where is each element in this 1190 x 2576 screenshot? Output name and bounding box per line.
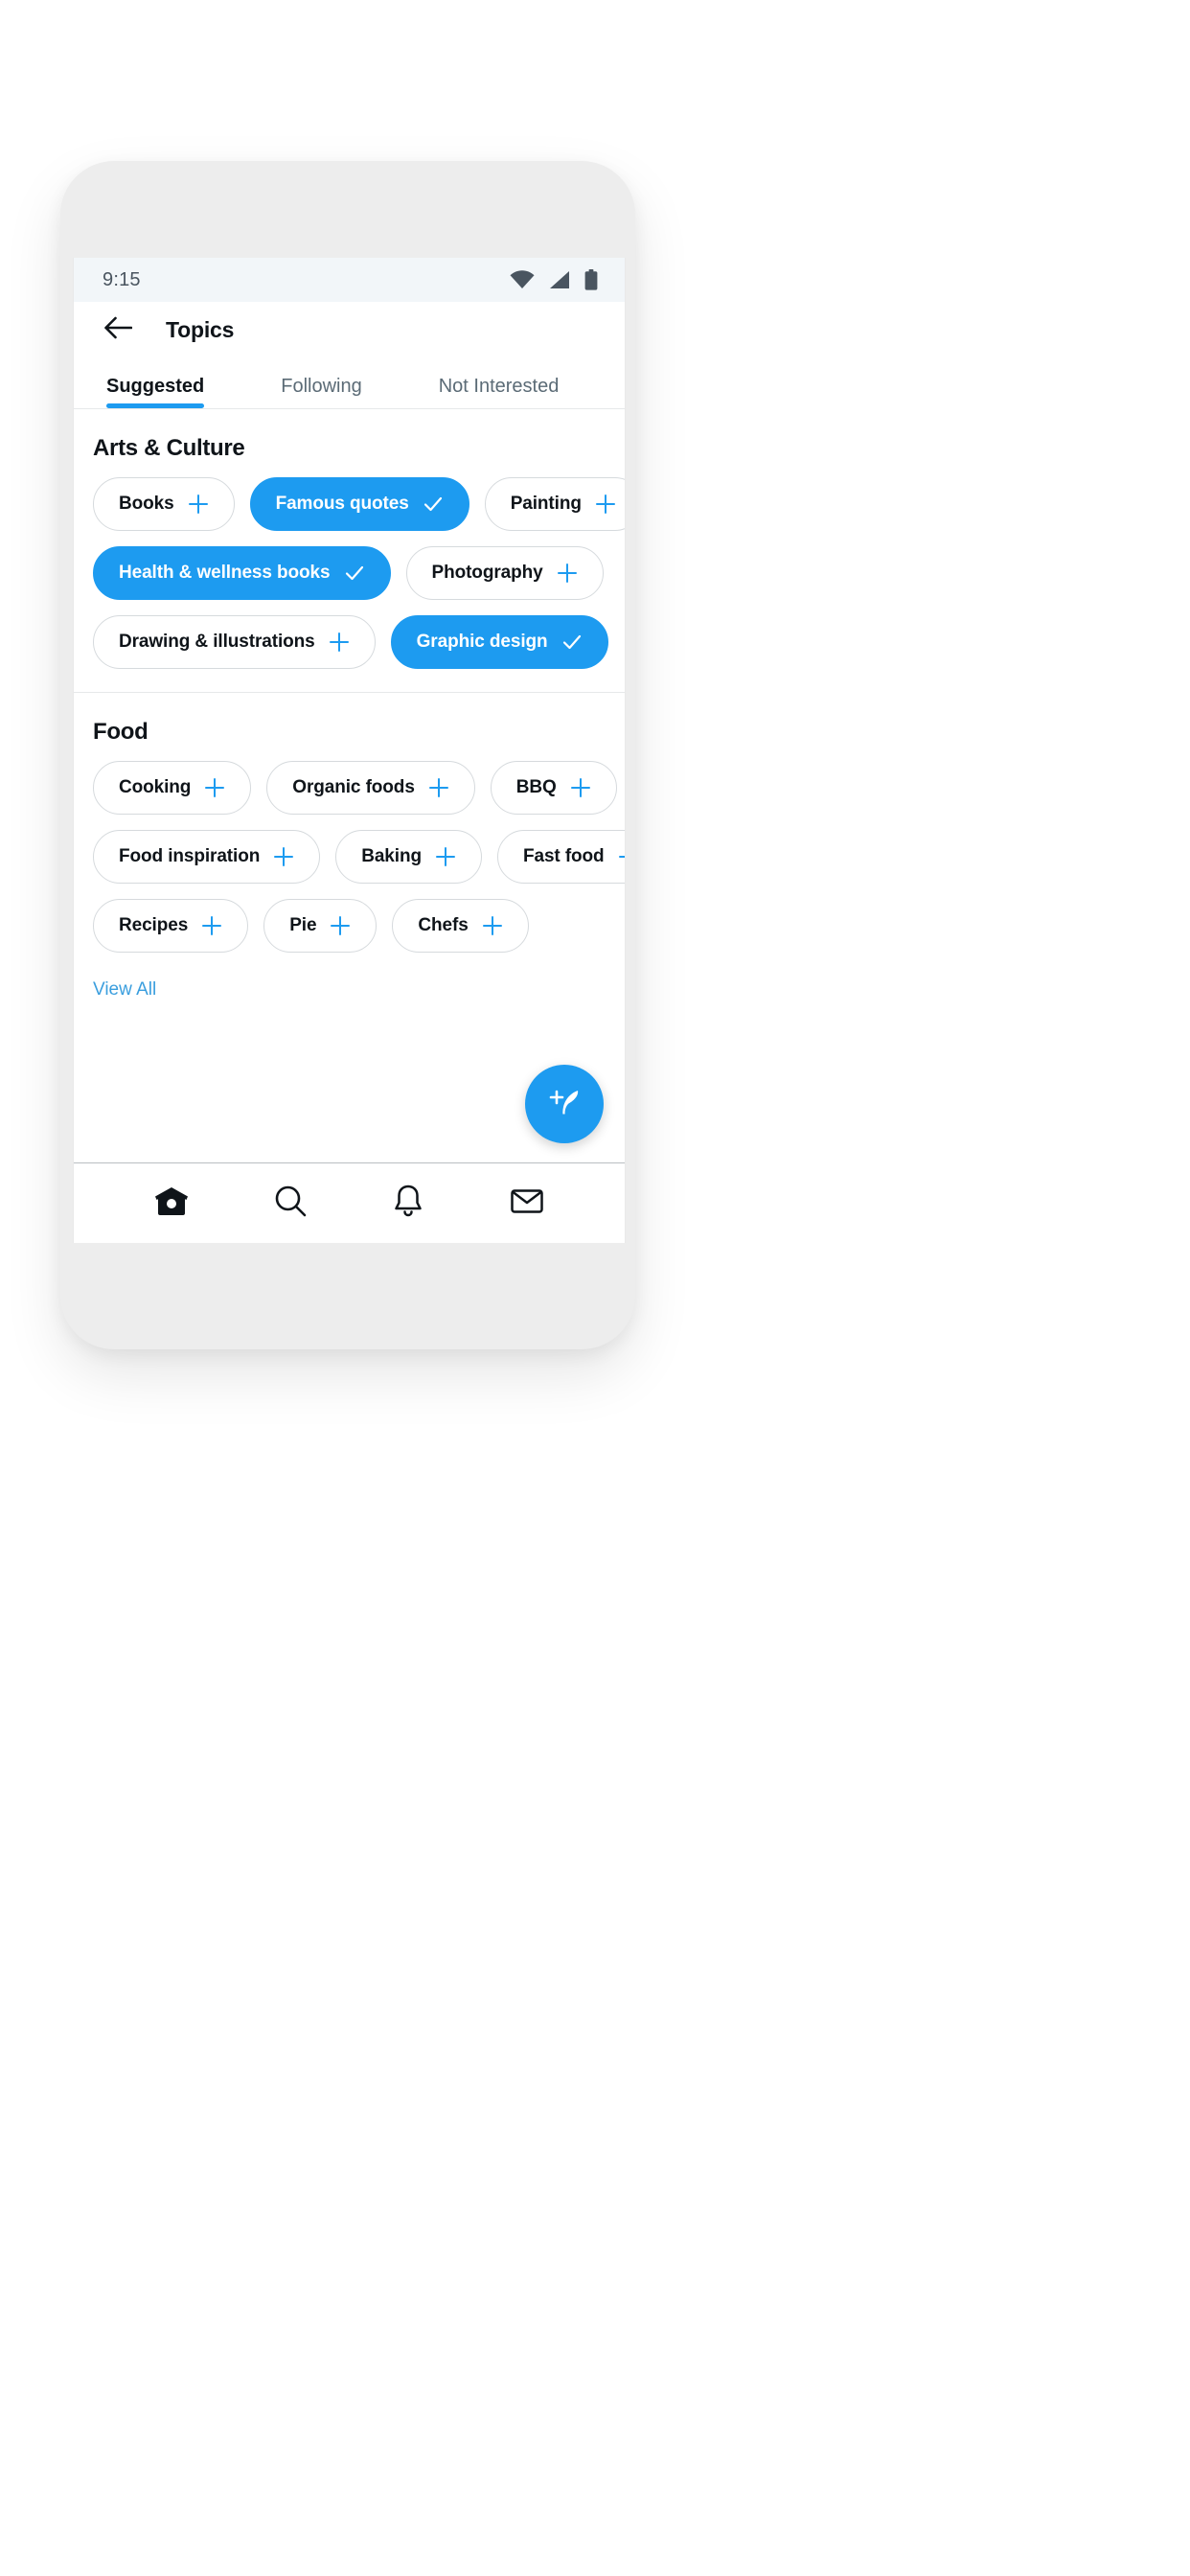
plus-icon bbox=[435, 846, 456, 867]
bell-icon bbox=[390, 1183, 426, 1224]
plus-icon bbox=[273, 846, 294, 867]
chip-label: Food inspiration bbox=[119, 846, 261, 866]
chip-label: Drawing & illustrations bbox=[119, 632, 315, 652]
topic-chip-recipes[interactable]: Recipes bbox=[93, 899, 249, 953]
tab-not-interested[interactable]: Not Interested bbox=[423, 357, 575, 408]
back-button[interactable] bbox=[99, 310, 137, 349]
plus-icon bbox=[201, 915, 222, 936]
battery-icon bbox=[584, 269, 598, 290]
chip-row: Drawing & illustrations Graphic design bbox=[93, 615, 625, 669]
chip-row: Cooking Organic foods BBQ bbox=[93, 761, 625, 815]
topic-chip-painting[interactable]: Painting bbox=[484, 477, 625, 531]
chip-label: Photography bbox=[431, 563, 543, 583]
chip-group: Cooking Organic foods BBQ Food inspirati… bbox=[74, 751, 625, 976]
chip-label: Health & wellness books bbox=[119, 563, 331, 583]
check-icon bbox=[423, 494, 444, 515]
wifi-icon bbox=[510, 270, 535, 289]
view-all-link[interactable]: View All bbox=[74, 976, 625, 1000]
chip-label: Fast food bbox=[522, 846, 605, 866]
topic-chip-pie[interactable]: Pie bbox=[263, 899, 378, 953]
topic-chip-graphic-design[interactable]: Graphic design bbox=[390, 615, 608, 669]
chip-row: Food inspiration Baking Fast food bbox=[93, 830, 625, 884]
topic-chip-health-wellness-books[interactable]: Health & wellness books bbox=[93, 546, 391, 600]
topic-chip-bbq[interactable]: BBQ bbox=[490, 761, 617, 815]
tab-active-indicator bbox=[106, 403, 205, 408]
tab-inactive-indicator bbox=[439, 403, 560, 408]
chip-label: BBQ bbox=[515, 777, 557, 797]
plus-icon bbox=[618, 846, 625, 867]
topic-chip-photography[interactable]: Photography bbox=[405, 546, 604, 600]
section-title: Arts & Culture bbox=[93, 435, 245, 461]
plus-icon bbox=[329, 632, 350, 653]
chip-row: Recipes Pie Chefs bbox=[93, 899, 625, 953]
chip-group: Books Famous quotes Painting Health & we… bbox=[74, 468, 625, 692]
check-icon bbox=[344, 563, 365, 584]
plus-icon bbox=[204, 777, 225, 798]
topics-scroll-area[interactable]: Arts & Culture Books Famous quotes Paint… bbox=[74, 409, 625, 1162]
chip-label: Chefs bbox=[418, 915, 469, 935]
nav-home-button[interactable] bbox=[142, 1174, 201, 1233]
chip-label: Organic foods bbox=[292, 777, 415, 797]
plus-icon bbox=[570, 777, 591, 798]
nav-search-button[interactable] bbox=[261, 1174, 320, 1233]
tab-suggested[interactable]: Suggested bbox=[91, 357, 219, 408]
tab-inactive-indicator bbox=[281, 403, 361, 408]
topic-chip-drawing-illustrations[interactable]: Drawing & illustrations bbox=[93, 615, 376, 669]
plus-icon bbox=[188, 494, 209, 515]
compose-fab-button[interactable] bbox=[525, 1065, 604, 1143]
topic-chip-cooking[interactable]: Cooking bbox=[93, 761, 252, 815]
search-icon bbox=[272, 1183, 309, 1224]
app-bar: Topics bbox=[74, 302, 625, 357]
section-title: Food bbox=[93, 719, 149, 745]
arrow-left-icon bbox=[103, 315, 133, 345]
plus-icon bbox=[482, 915, 503, 936]
topic-chip-fast-food[interactable]: Fast food bbox=[496, 830, 625, 884]
plus-icon bbox=[330, 915, 351, 936]
topic-tabs: Suggested Following Not Interested bbox=[74, 357, 625, 409]
topic-section-arts-culture: Arts & Culture Books Famous quotes Paint… bbox=[74, 409, 625, 692]
chip-row: Books Famous quotes Painting bbox=[93, 477, 625, 531]
tab-following[interactable]: Following bbox=[265, 357, 377, 408]
phone-device-frame: 9:15 Topics Suggested Following Not Inte… bbox=[60, 161, 635, 1349]
home-icon bbox=[153, 1183, 190, 1224]
bottom-navigation-bar bbox=[74, 1162, 625, 1243]
phone-screen: 9:15 Topics Suggested Following Not Inte… bbox=[73, 258, 626, 1243]
chip-label: Recipes bbox=[119, 915, 189, 935]
topic-chip-organic-foods[interactable]: Organic foods bbox=[266, 761, 475, 815]
plus-icon bbox=[428, 777, 449, 798]
status-bar-time: 9:15 bbox=[103, 268, 141, 290]
page-title: Topics bbox=[166, 316, 235, 342]
compose-feather-icon bbox=[543, 1081, 585, 1128]
plus-icon bbox=[557, 563, 578, 584]
cellular-signal-icon bbox=[549, 270, 570, 289]
chip-label: Baking bbox=[361, 846, 422, 866]
status-bar: 9:15 bbox=[74, 258, 625, 302]
chip-label: Pie bbox=[289, 915, 317, 935]
topic-section-food: Food Cooking Organic foods BBQ Food insp… bbox=[74, 692, 625, 1000]
topic-chip-food-inspiration[interactable]: Food inspiration bbox=[93, 830, 321, 884]
topic-chip-chefs[interactable]: Chefs bbox=[392, 899, 529, 953]
mail-icon bbox=[509, 1183, 545, 1224]
chip-label: Painting bbox=[510, 494, 582, 514]
check-icon bbox=[561, 632, 583, 653]
nav-messages-button[interactable] bbox=[497, 1174, 557, 1233]
nav-notifications-button[interactable] bbox=[378, 1174, 438, 1233]
plus-icon bbox=[595, 494, 616, 515]
chip-label: Famous quotes bbox=[275, 494, 409, 514]
chip-label: Cooking bbox=[119, 777, 192, 797]
topic-chip-famous-quotes[interactable]: Famous quotes bbox=[249, 477, 469, 531]
topic-chip-books[interactable]: Books bbox=[93, 477, 235, 531]
screenshot-canvas: 9:15 Topics Suggested Following Not Inte… bbox=[0, 0, 1190, 2576]
topic-chip-baking[interactable]: Baking bbox=[335, 830, 482, 884]
chip-label: Graphic design bbox=[416, 632, 548, 652]
chip-label: Books bbox=[119, 494, 174, 514]
chip-row: Health & wellness books Photography bbox=[93, 546, 625, 600]
status-bar-icons bbox=[510, 269, 598, 290]
